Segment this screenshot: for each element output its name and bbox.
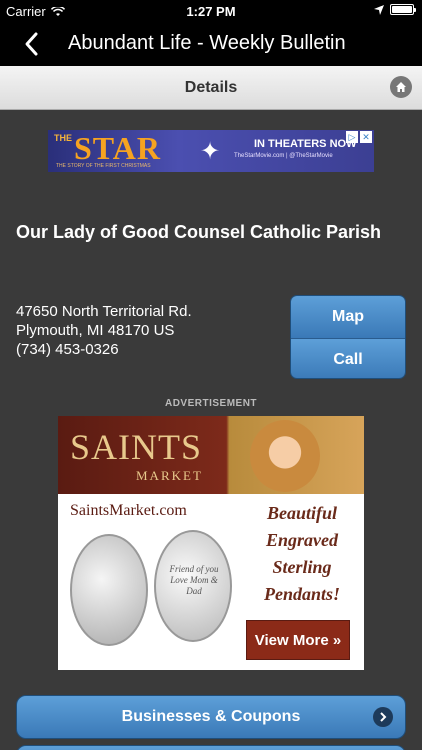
chevron-left-icon xyxy=(25,32,38,56)
saint-portrait xyxy=(250,420,320,492)
banner-subtitle: THE STORY OF THE FIRST CHRISTMAS xyxy=(56,163,151,169)
banner-headline: IN THEATERS NOW xyxy=(254,138,357,150)
nav-title: Abundant Life - Weekly Bulletin xyxy=(68,32,346,54)
star-icon: ✦ xyxy=(200,138,221,165)
home-icon xyxy=(396,82,406,92)
address-line1: 47650 North Territorial Rd. xyxy=(16,303,192,320)
location-arrow-icon xyxy=(374,4,384,15)
call-button[interactable]: Call xyxy=(291,338,405,378)
map-button[interactable]: Map xyxy=(291,296,405,338)
banner-the: THE xyxy=(54,133,72,143)
adchoices[interactable]: ▷ ✕ xyxy=(346,131,372,143)
businesses-coupons-button[interactable]: Businesses & Coupons xyxy=(16,695,406,739)
details-title: Details xyxy=(184,79,238,96)
pendant-engraving: Friend of you Love Mom & Dad xyxy=(169,564,219,596)
banner-ad[interactable]: THE STAR THE STORY OF THE FIRST CHRISTMA… xyxy=(48,130,374,172)
saints-market-ad[interactable]: SAINTS MARKET SaintsMarket.com Beautiful… xyxy=(58,416,364,670)
advertisement-label: ADVERTISEMENT xyxy=(164,398,258,409)
phone-number: (734) 453-0326 xyxy=(16,341,119,358)
banner-title: STAR xyxy=(74,130,161,166)
battery-icon xyxy=(390,4,416,15)
back-button[interactable] xyxy=(18,30,46,58)
pendant-front-image xyxy=(70,534,148,646)
address-line2: Plymouth, MI 48170 US xyxy=(16,322,175,339)
details-header: Details xyxy=(0,66,422,110)
listing-address: 47650 North Territorial Rd. Plymouth, MI… xyxy=(16,302,192,359)
contact-button-group: Map Call xyxy=(290,295,406,379)
saints-logo: SAINTS xyxy=(70,427,203,467)
next-button-partial[interactable] xyxy=(16,745,406,750)
businesses-coupons-label: Businesses & Coupons xyxy=(121,708,301,725)
market-logo: MARKET xyxy=(136,468,203,483)
view-more-button[interactable]: View More » xyxy=(246,620,350,660)
chevron-right-icon xyxy=(373,707,393,727)
nav-bar: Abundant Life - Weekly Bulletin xyxy=(0,22,422,66)
home-button[interactable] xyxy=(390,76,412,98)
adchoices-icon[interactable]: ▷ xyxy=(346,131,358,143)
banner-web: TheStarMovie.com | @TheStarMovie xyxy=(234,153,333,159)
ad-url: SaintsMarket.com xyxy=(70,502,187,519)
status-bar: Carrier 1:27 PM xyxy=(0,0,422,22)
clock: 1:27 PM xyxy=(186,4,236,19)
ad-tagline: Beautiful Engraved Sterling Pendants! xyxy=(263,503,341,604)
listing-name: Our Lady of Good Counsel Catholic Parish xyxy=(16,222,382,242)
close-ad-icon[interactable]: ✕ xyxy=(360,131,372,143)
